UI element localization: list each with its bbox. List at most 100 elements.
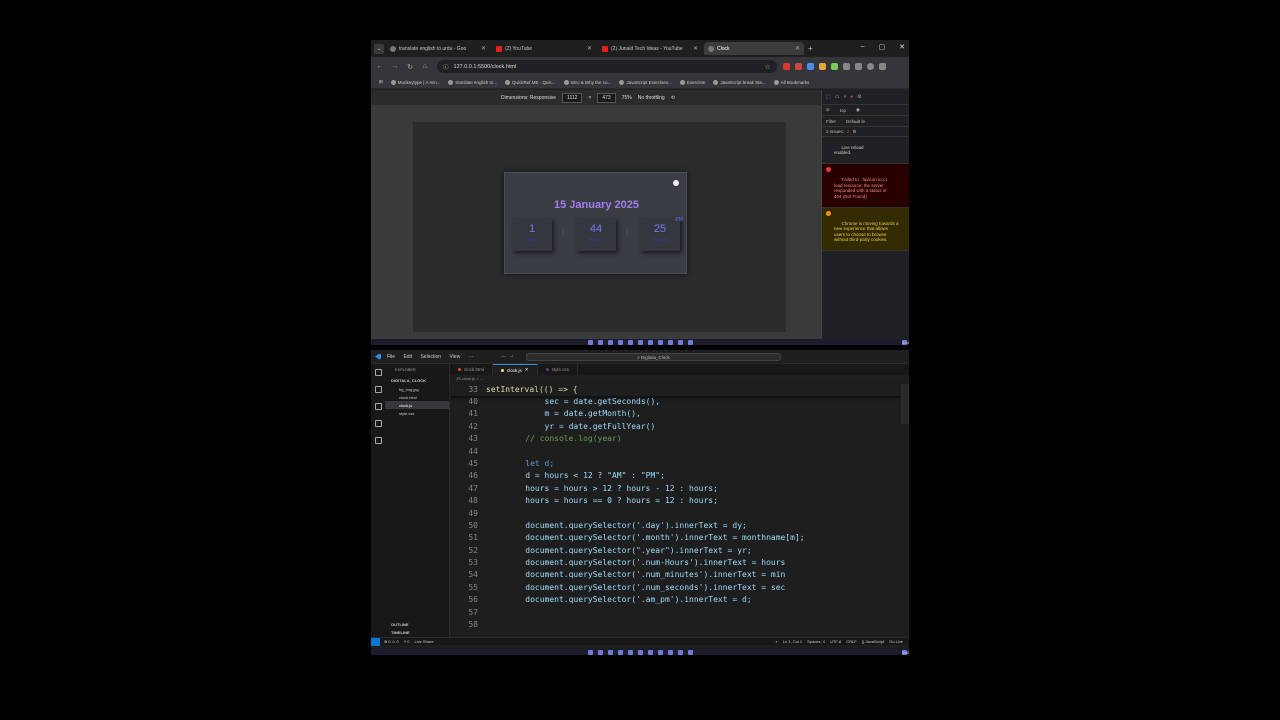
code-line[interactable]: 55 document.querySelector('.num_seconds'… — [450, 582, 909, 594]
code-line[interactable]: 42 yr = date.getFullYear() — [450, 421, 909, 433]
file-item[interactable]: clock.html — [385, 393, 449, 401]
code-line[interactable]: 51 document.querySelector('.month').inne… — [450, 532, 909, 544]
close-icon[interactable]: ✕ — [587, 45, 592, 52]
bookmark[interactable]: translate english to... — [448, 79, 497, 85]
extension-icon[interactable] — [819, 63, 826, 70]
code-line[interactable]: 50 document.querySelector('.day').innerT… — [450, 520, 909, 532]
code-line[interactable]: 53 document.querySelector('.num-Hours').… — [450, 557, 909, 569]
extensions-icon[interactable] — [375, 437, 382, 444]
close-icon[interactable]: ✕ — [525, 367, 529, 373]
app-icon[interactable] — [677, 339, 683, 345]
extension-icon[interactable] — [831, 63, 838, 70]
bookmark[interactable]: JavaScript break Sta... — [713, 79, 766, 85]
apps-icon[interactable]: ⊞ — [379, 79, 383, 85]
device-icon[interactable]: ▭ — [835, 94, 840, 100]
tab-clock[interactable]: Clock ✕ — [704, 42, 804, 55]
bookmark-star-icon[interactable]: ☆ — [765, 63, 771, 71]
gear-icon[interactable]: ⚙ — [853, 129, 857, 135]
tab-clock-js[interactable]: clock.js ✕ — [493, 364, 538, 375]
folder-root[interactable]: DIGITALA_CLOCK — [385, 376, 449, 385]
zoom-icon[interactable]: ⌕ — [776, 639, 778, 644]
source-control-icon[interactable] — [375, 403, 382, 410]
address-bar[interactable]: ⓘ 127.0.0.1:5500/clock.html ☆ — [437, 60, 777, 73]
app-icon[interactable] — [647, 339, 653, 345]
new-tab-button[interactable]: + — [808, 44, 813, 53]
theme-toggle[interactable] — [673, 180, 679, 186]
code-line[interactable]: 52 document.querySelector(".year").inner… — [450, 545, 909, 557]
all-bookmarks[interactable]: All Bookmarks — [773, 79, 809, 85]
extension-icon[interactable] — [783, 63, 790, 70]
devtools-icon[interactable] — [855, 63, 862, 70]
code-line[interactable]: 43 // console.log(year) — [450, 433, 909, 445]
app-icon[interactable] — [607, 649, 613, 655]
reload-icon[interactable]: ↻ — [404, 63, 416, 71]
code-line[interactable]: 48 hours = hours == 0 ? hours = 12 : hou… — [450, 495, 909, 507]
file-item[interactable]: style.css — [385, 409, 449, 417]
menu-view[interactable]: View — [449, 354, 460, 360]
app-icon[interactable] — [637, 339, 643, 345]
dimensions-select[interactable]: Dimensions: Responsive — [501, 95, 556, 101]
more-tabs-icon[interactable]: » — [843, 94, 846, 100]
app-icon[interactable] — [627, 649, 633, 655]
nav-arrows[interactable]: ← → — [501, 353, 515, 359]
close-window-icon[interactable]: ✕ — [899, 43, 905, 51]
app-icon[interactable] — [617, 649, 623, 655]
problems-status[interactable]: ⊗ 0 ⚠ 0 — [384, 639, 399, 644]
menu-selection[interactable]: Selection — [420, 354, 441, 360]
eol-status[interactable]: CRLF — [846, 639, 856, 644]
tab-translate[interactable]: translate english to urdu - Goo ✕ — [386, 42, 490, 55]
minimap[interactable] — [901, 384, 909, 424]
error-count-icon[interactable]: ● — [850, 94, 853, 100]
width-input[interactable]: 1112 — [562, 92, 583, 103]
puzzle-icon[interactable] — [843, 63, 850, 70]
code-line[interactable]: 40 sec = date.getSeconds(), — [450, 396, 909, 408]
start-icon[interactable] — [587, 339, 593, 345]
search-icon[interactable] — [375, 386, 382, 393]
code-line[interactable]: 49 — [450, 508, 909, 520]
language-mode[interactable]: {} JavaScript — [862, 639, 884, 644]
code-line[interactable]: 46 d = hours < 12 ? "AM" : "PM"; — [450, 470, 909, 482]
remote-icon[interactable] — [371, 637, 380, 646]
ports-status[interactable]: ⑂ 0 — [404, 639, 410, 644]
code-line[interactable]: 45 let d; — [450, 458, 909, 470]
app-icon[interactable] — [667, 649, 673, 655]
indentation-status[interactable]: Spaces: 4 — [807, 639, 825, 644]
code-line[interactable]: 44 — [450, 446, 909, 458]
close-icon[interactable]: ✕ — [481, 45, 486, 52]
tab-junaid-tech[interactable]: (2) Junaid Tech Ideas - YouTube ✕ — [598, 42, 702, 55]
tab-style-css[interactable]: style.css — [538, 364, 578, 375]
home-icon[interactable]: ⌂ — [419, 63, 431, 70]
app-icon[interactable] — [637, 649, 643, 655]
app-icon[interactable] — [647, 649, 653, 655]
bookmark[interactable]: Exercism — [679, 79, 705, 85]
issues-row[interactable]: 2 Issues: 2 ⚙ — [822, 127, 909, 137]
app-icon[interactable] — [607, 339, 613, 345]
height-input[interactable]: 473 — [597, 92, 616, 103]
forward-icon[interactable]: → — [389, 63, 401, 70]
close-icon[interactable]: ✕ — [795, 45, 800, 52]
extension-icon[interactable] — [807, 63, 814, 70]
maximize-icon[interactable]: ▢ — [879, 43, 886, 51]
code-line[interactable]: 58 — [450, 619, 909, 631]
outline-section[interactable]: OUTLINE — [391, 622, 409, 627]
explorer-icon[interactable] — [375, 369, 382, 376]
zoom-select[interactable]: 75% — [622, 95, 632, 101]
close-icon[interactable]: ✕ — [693, 45, 698, 52]
menu-icon[interactable] — [879, 63, 886, 70]
app-icon[interactable] — [597, 339, 603, 345]
clear-console-icon[interactable]: ⊘ — [826, 107, 830, 113]
file-item[interactable]: bg_img.jpg — [385, 385, 449, 393]
app-icon[interactable] — [667, 339, 673, 345]
breadcrumb[interactable]: JS clock.js > ... — [456, 376, 483, 381]
minimize-icon[interactable]: – — [861, 43, 865, 51]
app-icon[interactable] — [597, 649, 603, 655]
code-line[interactable]: 54 document.querySelector('.num_minutes'… — [450, 569, 909, 581]
file-item-selected[interactable]: clock.js — [385, 401, 449, 409]
menu-file[interactable]: File — [387, 354, 395, 360]
code-line[interactable]: 57 — [450, 607, 909, 619]
code-line[interactable]: 56 document.querySelector('.am_pm').inne… — [450, 594, 909, 606]
eye-icon[interactable]: ◉ — [856, 107, 860, 113]
menu-more[interactable]: ··· — [469, 354, 474, 360]
run-debug-icon[interactable] — [375, 420, 382, 427]
menu-edit[interactable]: Edit — [403, 354, 412, 360]
